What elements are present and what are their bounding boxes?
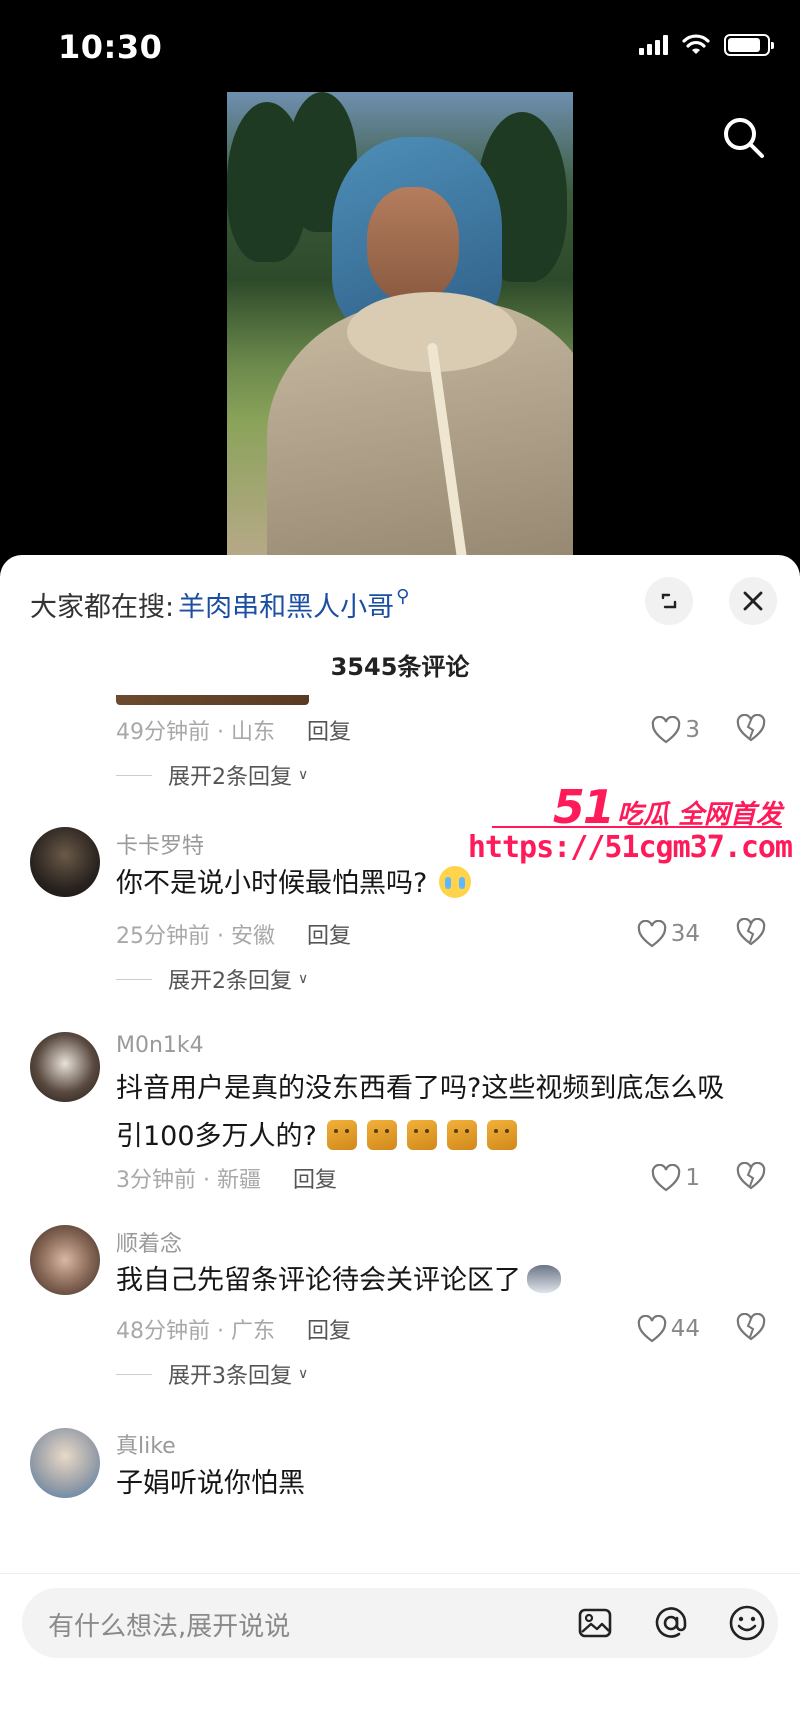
trending-search[interactable]: 大家都在搜: 羊肉串和黑人小哥 ⚲	[30, 585, 409, 624]
expand-replies-label: 展开2条回复	[168, 969, 292, 994]
dog-emoji	[527, 1265, 561, 1293]
status-time: 10:30	[58, 28, 163, 66]
avatar[interactable]	[30, 827, 100, 897]
comment-sheet: 大家都在搜: 羊肉串和黑人小哥 ⚲ 3545条评论 49分钟前 · 山东 回复 …	[0, 555, 800, 1732]
comment-input-bar: 有什么想法,展开说说	[0, 1573, 800, 1732]
trending-query-link[interactable]: 羊肉串和黑人小哥	[178, 585, 394, 624]
comment-text: 抖音用户是真的没东西看了吗?这些视频到底怎么吸 引100多万人的?	[116, 1073, 725, 1152]
comment-username[interactable]: 真like	[116, 1428, 176, 1460]
like-button[interactable]: 3	[651, 716, 700, 744]
status-bar: 10:30	[0, 0, 800, 92]
trending-prefix: 大家都在搜:	[30, 592, 175, 623]
image-icon[interactable]	[574, 1602, 616, 1644]
close-icon	[743, 591, 763, 611]
cat-emoji	[486, 1120, 517, 1150]
reply-button[interactable]: 回复	[293, 1162, 337, 1194]
comment-meta: 3分钟前 · 新疆 回复 1	[116, 1158, 776, 1198]
battery-icon	[724, 34, 774, 56]
cat-emoji	[446, 1120, 477, 1150]
heart-icon	[652, 1164, 681, 1192]
expand-icon	[661, 593, 677, 609]
expand-button[interactable]	[645, 577, 693, 625]
chevron-down-icon: ∨	[298, 971, 309, 987]
crying-face-emoji	[439, 866, 472, 898]
heart-icon	[637, 1315, 666, 1343]
like-button[interactable]: 1	[651, 1164, 700, 1192]
like-count: 34	[670, 921, 700, 947]
comment-meta: 49分钟前 · 山东 回复 3	[116, 710, 776, 750]
comment-image[interactable]	[116, 695, 309, 705]
like-button[interactable]: 44	[637, 1315, 700, 1343]
comment-meta: 48分钟前 · 广东 回复 44	[116, 1309, 776, 1349]
reply-button[interactable]: 回复	[307, 918, 351, 950]
signal-icon	[639, 35, 668, 55]
heart-icon	[652, 716, 681, 744]
cat-emoji	[406, 1120, 437, 1150]
heart-icon	[637, 920, 666, 948]
cat-emoji	[326, 1120, 357, 1150]
reply-button[interactable]: 回复	[307, 1313, 351, 1345]
avatar[interactable]	[30, 1225, 100, 1295]
expand-replies-label: 展开2条回复	[168, 765, 292, 790]
watermark: 51 吃瓜 全网首发 https://51cgm37.com	[468, 780, 793, 880]
close-button[interactable]	[729, 577, 777, 625]
comment-input-placeholder: 有什么想法,展开说说	[48, 1612, 291, 1642]
comment-time-location: 49分钟前 · 山东	[116, 720, 275, 745]
like-count: 1	[685, 1165, 700, 1191]
avatar[interactable]	[30, 1428, 100, 1498]
emoji-icon[interactable]	[726, 1602, 768, 1644]
small-search-icon: ⚲	[396, 586, 410, 607]
comment-time-location: 25分钟前 · 安徽	[116, 924, 275, 949]
broken-heart-icon[interactable]	[736, 1313, 766, 1341]
expand-replies-button[interactable]: 展开3条回复 ∨	[116, 1356, 308, 1392]
like-count: 3	[685, 717, 700, 743]
comment-input[interactable]: 有什么想法,展开说说	[22, 1588, 778, 1658]
like-button[interactable]: 34	[637, 920, 700, 948]
comment-time-location: 48分钟前 · 广东	[116, 1319, 275, 1344]
reply-button[interactable]: 回复	[307, 714, 351, 746]
expand-replies-button[interactable]: 展开2条回复 ∨	[116, 961, 308, 997]
video-player[interactable]	[0, 92, 800, 562]
expand-replies-label: 展开3条回复	[168, 1364, 292, 1389]
broken-heart-icon[interactable]	[736, 714, 766, 742]
comment-username[interactable]: 顺着念	[116, 1226, 182, 1258]
comment-username[interactable]: M0n1k4	[116, 1033, 204, 1058]
comment-count: 3545条评论	[330, 653, 470, 681]
expand-replies-button[interactable]: 展开2条回复 ∨	[116, 757, 308, 793]
comment-text: 子娟听说你怕黑	[116, 1468, 305, 1499]
wifi-icon	[682, 34, 710, 54]
broken-heart-icon[interactable]	[736, 918, 766, 946]
like-count: 44	[670, 1316, 700, 1342]
comment-username[interactable]: 卡卡罗特	[116, 828, 204, 860]
avatar[interactable]	[30, 1032, 100, 1102]
chevron-down-icon: ∨	[298, 767, 309, 783]
video-frame[interactable]	[227, 92, 573, 562]
at-icon[interactable]	[650, 1602, 692, 1644]
comment-time-location: 3分钟前 · 新疆	[116, 1168, 261, 1193]
watermark-url: https://51cgm37.com	[467, 830, 793, 865]
status-icons	[639, 34, 774, 56]
broken-heart-icon[interactable]	[736, 1162, 766, 1190]
search-icon[interactable]	[720, 114, 768, 162]
chevron-down-icon: ∨	[298, 1366, 309, 1382]
comment-meta: 25分钟前 · 安徽 回复 34	[116, 914, 776, 954]
comment-text: 我自己先留条评论待会关评论区了	[116, 1257, 776, 1305]
cat-emoji	[366, 1120, 397, 1150]
